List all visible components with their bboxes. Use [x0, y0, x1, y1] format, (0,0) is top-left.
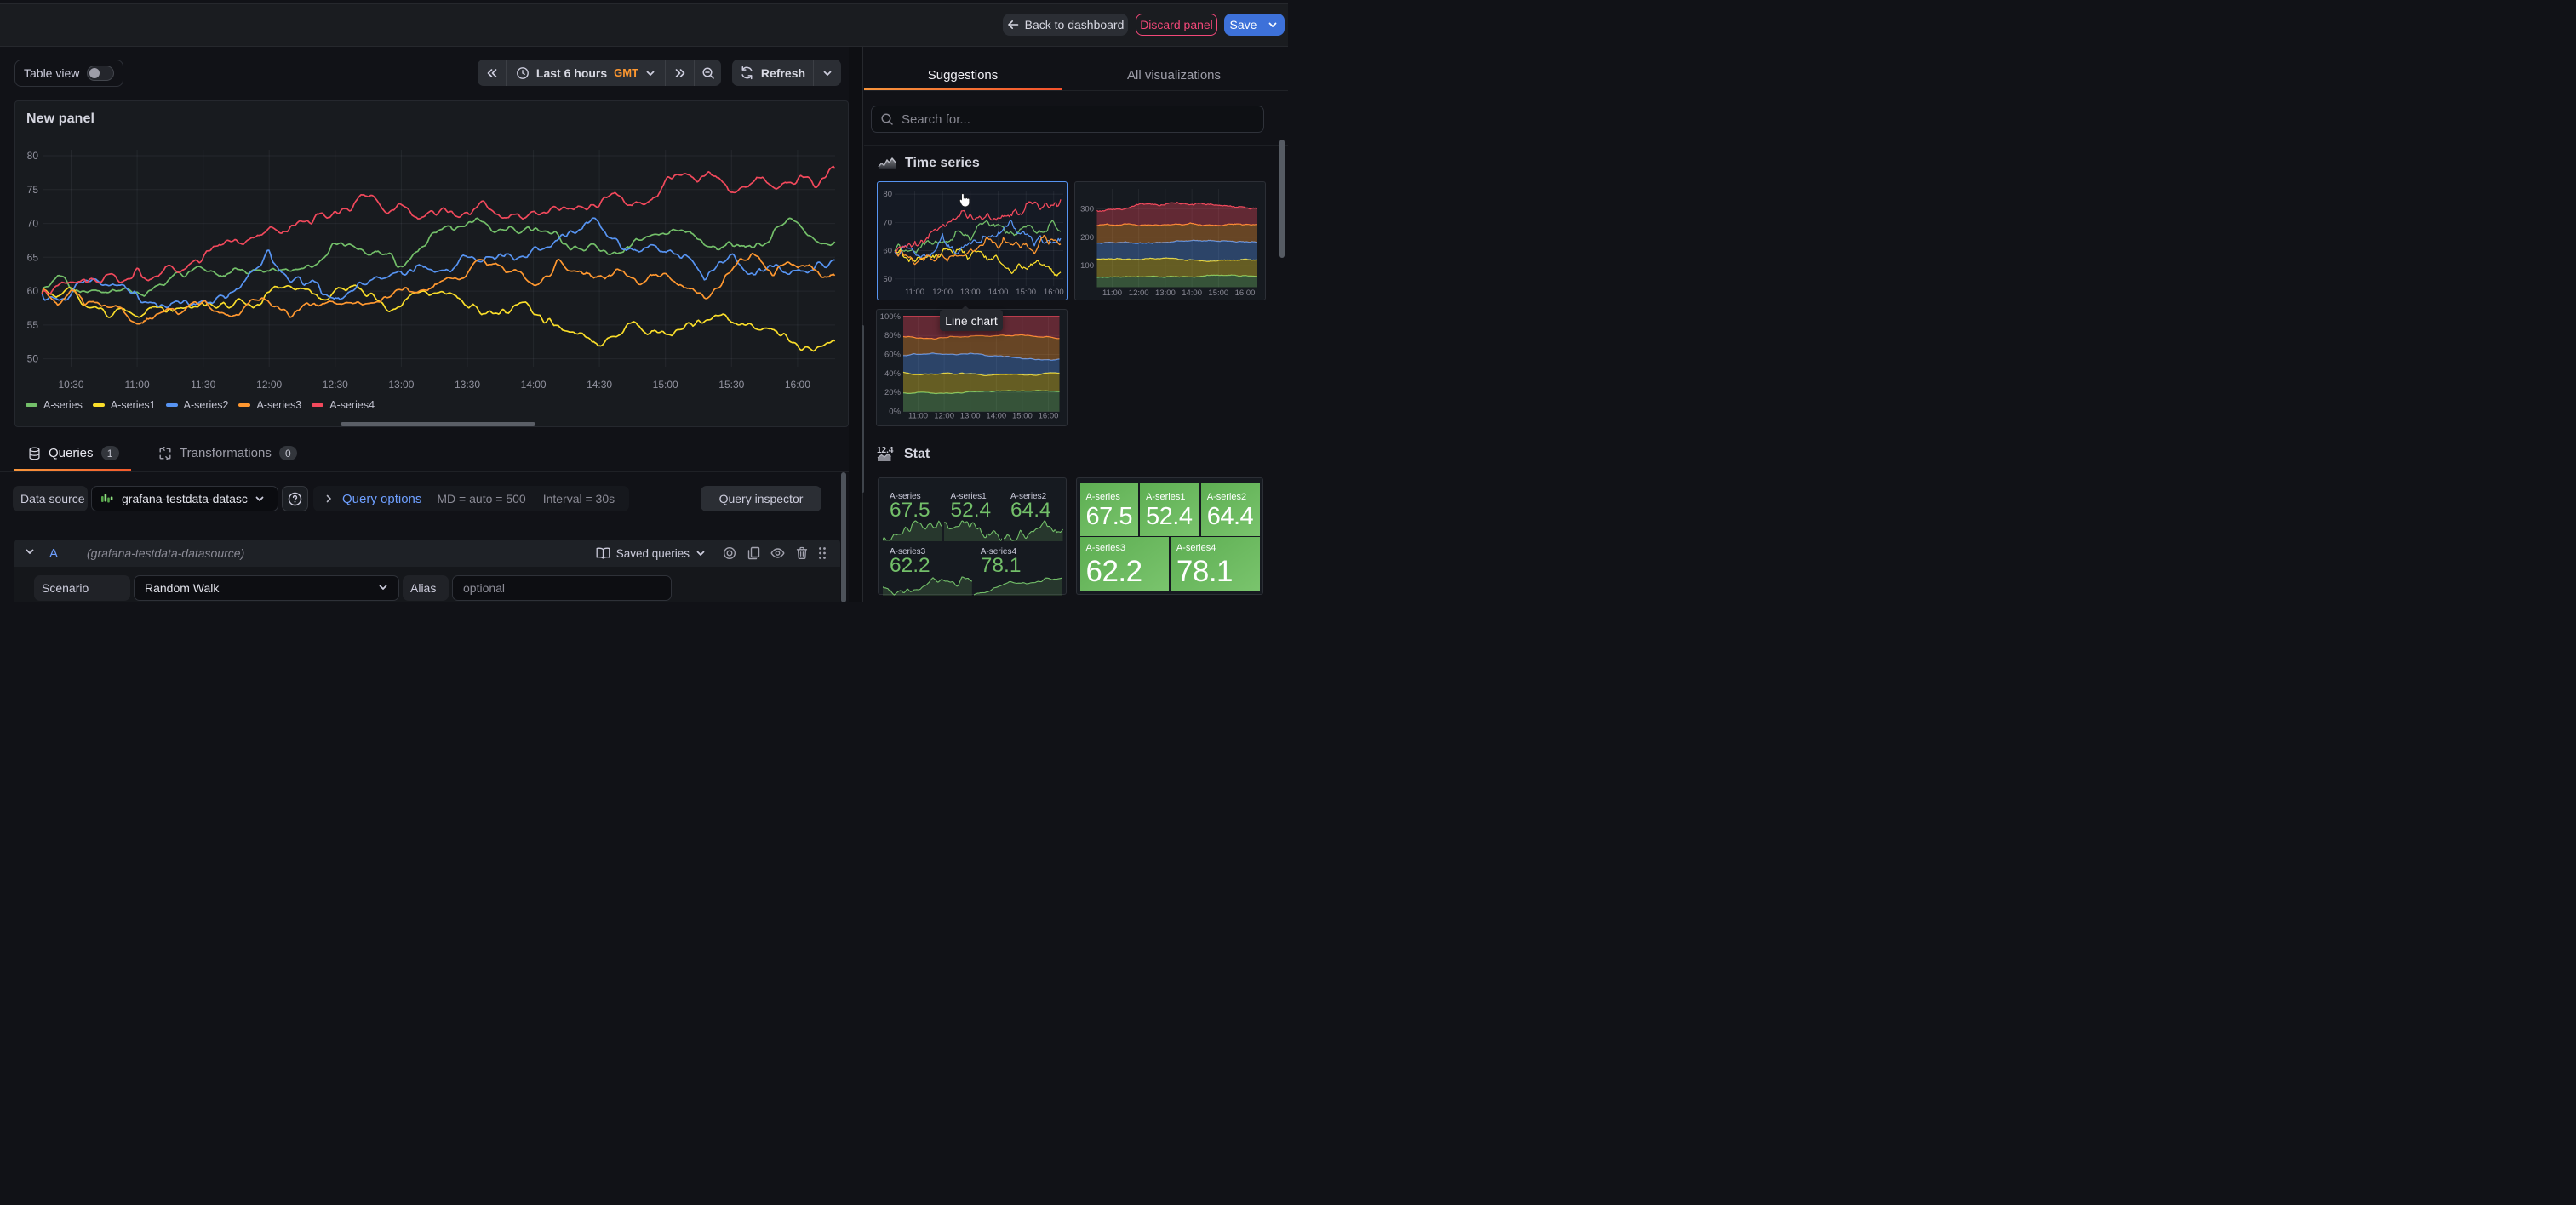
svg-text:15:00: 15:00 [653, 379, 678, 391]
svg-text:40%: 40% [884, 369, 902, 379]
svg-text:15:00: 15:00 [1016, 288, 1036, 297]
svg-text:50: 50 [27, 353, 39, 365]
svg-text:15:00: 15:00 [1012, 412, 1033, 421]
svg-text:200: 200 [1080, 232, 1094, 242]
svg-text:70: 70 [883, 218, 892, 227]
svg-text:12:00: 12:00 [932, 288, 953, 297]
svg-text:14:00: 14:00 [521, 379, 547, 391]
svg-text:50: 50 [883, 274, 892, 283]
svg-text:0%: 0% [889, 408, 901, 417]
svg-text:16:00: 16:00 [1038, 412, 1058, 421]
svg-text:13:00: 13:00 [1155, 288, 1176, 298]
svg-text:60: 60 [883, 246, 892, 255]
svg-text:12:00: 12:00 [934, 412, 954, 421]
svg-text:65: 65 [27, 251, 39, 263]
svg-text:20%: 20% [884, 388, 902, 397]
svg-text:100%: 100% [879, 312, 901, 322]
svg-text:13:00: 13:00 [959, 412, 980, 421]
svg-text:80%: 80% [884, 331, 902, 340]
svg-text:11:00: 11:00 [908, 412, 928, 421]
svg-text:16:00: 16:00 [1044, 288, 1064, 297]
svg-text:11:00: 11:00 [1102, 288, 1121, 298]
svg-text:300: 300 [1080, 204, 1094, 214]
svg-text:12:30: 12:30 [323, 379, 348, 391]
svg-text:14:00: 14:00 [986, 412, 1006, 421]
svg-text:70: 70 [27, 218, 39, 230]
svg-text:14:30: 14:30 [587, 379, 612, 391]
svg-text:11:00: 11:00 [905, 288, 924, 297]
svg-text:80: 80 [27, 150, 39, 162]
svg-text:15:00: 15:00 [1208, 288, 1228, 298]
svg-text:11:00: 11:00 [125, 379, 150, 391]
svg-text:16:00: 16:00 [1234, 288, 1255, 298]
svg-text:75: 75 [27, 184, 39, 196]
svg-text:10:30: 10:30 [58, 379, 83, 391]
svg-text:12.4: 12.4 [877, 446, 894, 455]
svg-text:60%: 60% [884, 351, 902, 360]
svg-text:11:30: 11:30 [191, 379, 215, 391]
svg-text:55: 55 [27, 319, 39, 331]
svg-text:16:00: 16:00 [785, 379, 810, 391]
svg-text:13:00: 13:00 [960, 288, 981, 297]
svg-text:80: 80 [883, 190, 892, 199]
svg-text:15:30: 15:30 [718, 379, 744, 391]
svg-text:14:00: 14:00 [1182, 288, 1202, 298]
svg-text:14:00: 14:00 [988, 288, 1009, 297]
svg-text:12:00: 12:00 [256, 379, 282, 391]
svg-text:100: 100 [1080, 261, 1094, 271]
svg-text:13:00: 13:00 [388, 379, 414, 391]
svg-text:60: 60 [27, 285, 39, 297]
svg-text:12:00: 12:00 [1128, 288, 1148, 298]
svg-text:13:30: 13:30 [455, 379, 480, 391]
